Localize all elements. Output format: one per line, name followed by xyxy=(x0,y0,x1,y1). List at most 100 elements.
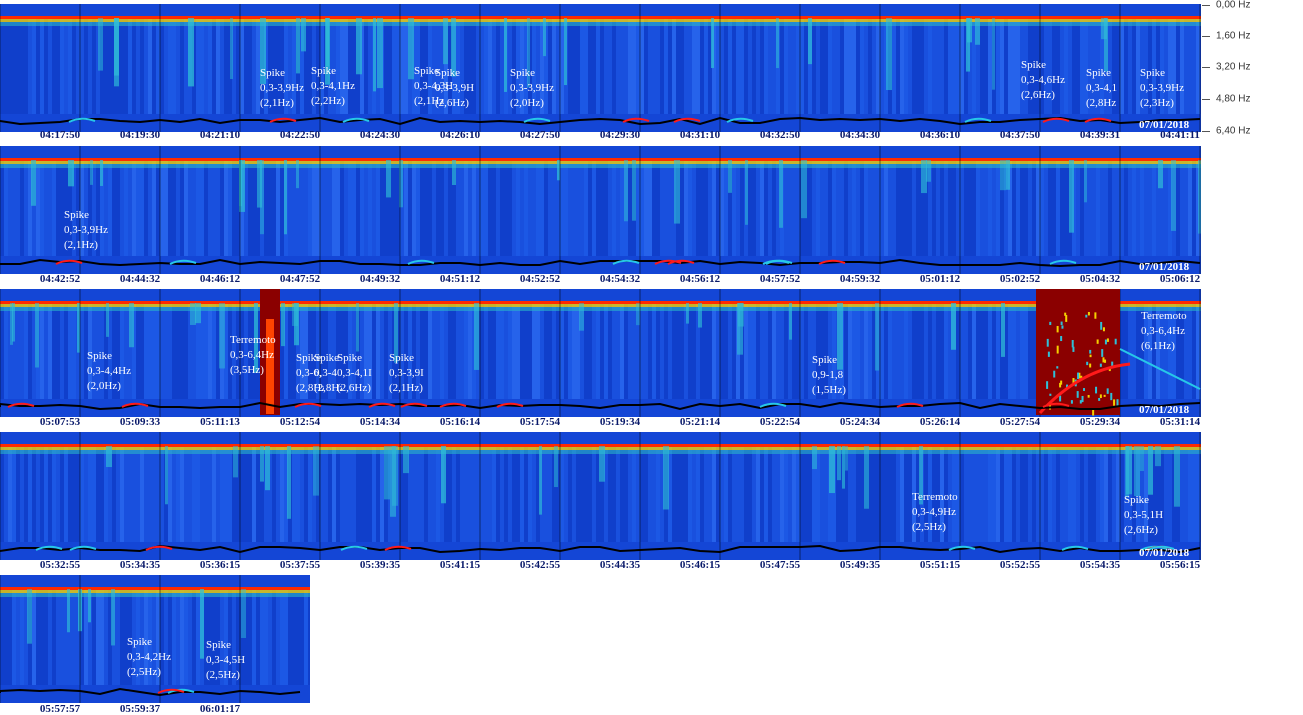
x-tick-label: 05:19:34 xyxy=(599,416,641,428)
x-tick-label: 05:54:35 xyxy=(1079,559,1121,571)
x-tick-label: 04:24:30 xyxy=(359,129,401,141)
freq-tick xyxy=(1202,36,1210,37)
x-tick-label: 04:44:32 xyxy=(119,273,161,285)
x-tick-label: 04:37:50 xyxy=(999,129,1041,141)
event-label: Terremoto 0,3-6,4Hz (3,5Hz) xyxy=(230,334,276,376)
x-tick-label: 04:34:30 xyxy=(839,129,881,141)
freq-label-3: 4,80 Hz xyxy=(1216,93,1251,105)
x-tick-label: 04:29:30 xyxy=(599,129,641,141)
x-tick-label: 04:52:52 xyxy=(519,273,561,285)
x-tick-label: 05:09:33 xyxy=(119,416,161,428)
x-tick-label: 05:51:15 xyxy=(919,559,961,571)
event-label: Spike 0,3-3,9Hz (2,0Hz) xyxy=(510,67,554,109)
x-tick-label: 04:32:50 xyxy=(759,129,801,141)
event-label: Spike 0,3-4,1I (2,6Hz) xyxy=(337,352,372,394)
x-tick-label: 04:54:32 xyxy=(599,273,641,285)
x-tick-label: 04:49:32 xyxy=(359,273,401,285)
x-tick-label: 04:46:12 xyxy=(199,273,241,285)
x-tick-label: 05:37:55 xyxy=(279,559,321,571)
x-tick-label: 05:44:35 xyxy=(599,559,641,571)
freq-tick xyxy=(1202,99,1210,100)
x-tick-label: 05:41:15 xyxy=(439,559,481,571)
freq-label-4: 6,40 Hz xyxy=(1216,125,1251,137)
freq-label-0: 0,00 Hz xyxy=(1216,0,1251,11)
x-tick-label: 04:56:12 xyxy=(679,273,721,285)
event-label: Spike 0,3-4,4Hz (2,0Hz) xyxy=(87,350,131,392)
x-tick-label: 05:17:54 xyxy=(519,416,561,428)
spectrogram-row-2: 07/01/2018 Spike 0,3-3,9Hz (2,1Hz) xyxy=(0,146,1201,276)
x-tick-label: 04:21:10 xyxy=(199,129,241,141)
x-tick-label: 05:22:54 xyxy=(759,416,801,428)
date-label: 07/01/2018 xyxy=(1139,404,1190,416)
x-tick-label: 05:01:12 xyxy=(919,273,961,285)
spectrogram-panel xyxy=(0,289,1201,419)
freq-label-1: 1,60 Hz xyxy=(1216,30,1251,42)
x-tick-label: 04:31:10 xyxy=(679,129,721,141)
x-tick-label: 06:01:17 xyxy=(199,703,241,715)
event-label: Spike 0,9-1,8 (1,5Hz) xyxy=(812,354,846,396)
x-tick-label: 05:52:55 xyxy=(999,559,1041,571)
x-tick-label: 05:26:14 xyxy=(919,416,961,428)
x-tick-label: 05:12:54 xyxy=(279,416,321,428)
event-label: Spike 0,3-3,9Hz (2,1Hz) xyxy=(260,67,304,109)
event-label: Terremoto 0,3-6,4Hz (6,1Hz) xyxy=(1141,310,1187,352)
date-label: 07/01/2018 xyxy=(1139,547,1190,559)
x-tick-label: 04:19:30 xyxy=(119,129,161,141)
x-tick-label: 05:36:15 xyxy=(199,559,241,571)
event-label: Spike 0,3-4,1Hz (2,2Hz) xyxy=(311,65,355,107)
x-tick-label: 05:07:53 xyxy=(39,416,81,428)
event-label: Spike 0,3-4,1 (2,8Hz xyxy=(1086,67,1118,109)
event-label: Spike 0,3-3,9H (2,6Hz) xyxy=(435,67,475,109)
x-tick-label: 05:27:54 xyxy=(999,416,1041,428)
event-label: Spike 0,3-4,5H (2,5Hz) xyxy=(206,639,246,681)
x-tick-label: 05:31:14 xyxy=(1159,416,1201,428)
x-tick-label: 04:27:50 xyxy=(519,129,561,141)
x-tick-label: 05:14:34 xyxy=(359,416,401,428)
x-tick-label: 04:59:32 xyxy=(839,273,881,285)
freq-label-2: 3,20 Hz xyxy=(1216,61,1251,73)
x-tick-label: 05:39:35 xyxy=(359,559,401,571)
date-label: 07/01/2018 xyxy=(1139,261,1190,273)
x-tick-label: 05:21:14 xyxy=(679,416,721,428)
freq-tick xyxy=(1202,67,1210,68)
x-tick-label: 04:36:10 xyxy=(919,129,961,141)
x-tick-label: 04:39:31 xyxy=(1079,129,1121,141)
freq-tick xyxy=(1202,5,1210,6)
x-tick-label: 05:57:57 xyxy=(39,703,81,715)
x-tick-label: 04:47:52 xyxy=(279,273,321,285)
event-label: Spike 0,3-3,9Hz (2,3Hz) xyxy=(1140,67,1184,109)
x-tick-label: 05:46:15 xyxy=(679,559,721,571)
spectrogram-panel xyxy=(0,146,1201,276)
x-tick-label: 04:42:52 xyxy=(39,273,81,285)
x-tick-label: 05:49:35 xyxy=(839,559,881,571)
spectrogram-row-5: Spike 0,3-4,2Hz (2,5Hz) Spike 0,3-4,5H (2,5H… xyxy=(0,575,310,705)
event-label: Terremoto 0,3-4,9Hz (2,5Hz) xyxy=(912,491,958,533)
x-tick-label: 05:06:12 xyxy=(1159,273,1201,285)
event-label: Spike 0,3-3,9Hz (2,1Hz) xyxy=(64,209,108,251)
x-tick-label: 04:17:50 xyxy=(39,129,81,141)
x-tick-label: 04:51:12 xyxy=(439,273,481,285)
spectrogram-row-1: 07/01/2018 Spike 0,3-3,9Hz (2,1Hz) Spike 0,… xyxy=(0,4,1201,134)
x-tick-label: 05:47:55 xyxy=(759,559,801,571)
spectrogram-row-3: 07/01/2018 Spike 0,3-4,4Hz (2,0Hz) Terremo… xyxy=(0,289,1201,419)
x-tick-label: 05:56:15 xyxy=(1159,559,1201,571)
x-tick-label: 05:42:55 xyxy=(519,559,561,571)
x-tick-label: 05:11:13 xyxy=(200,416,240,428)
event-label: Spike 0,3-5,1H (2,6Hz) xyxy=(1124,494,1164,536)
spectrogram-row-4: 07/01/2018 Terremoto 0,3-4,9Hz (2,5Hz) Spi… xyxy=(0,432,1201,562)
freq-tick xyxy=(1202,131,1210,132)
x-tick-label: 05:04:32 xyxy=(1079,273,1121,285)
x-tick-label: 05:32:55 xyxy=(39,559,81,571)
event-label: Spike 0,3-4,6Hz (2,6Hz) xyxy=(1021,59,1065,101)
x-tick-label: 04:57:52 xyxy=(759,273,801,285)
x-tick-label: 05:34:35 xyxy=(119,559,161,571)
x-tick-label: 04:26:10 xyxy=(439,129,481,141)
x-tick-label: 05:29:34 xyxy=(1079,416,1121,428)
x-tick-label: 05:24:34 xyxy=(839,416,881,428)
x-tick-label: 05:02:52 xyxy=(999,273,1041,285)
x-tick-label: 04:41:11 xyxy=(1160,129,1200,141)
x-tick-label: 04:22:50 xyxy=(279,129,321,141)
spectrogram-panel xyxy=(0,432,1201,562)
x-tick-label: 05:16:14 xyxy=(439,416,481,428)
x-tick-label: 05:59:37 xyxy=(119,703,161,715)
